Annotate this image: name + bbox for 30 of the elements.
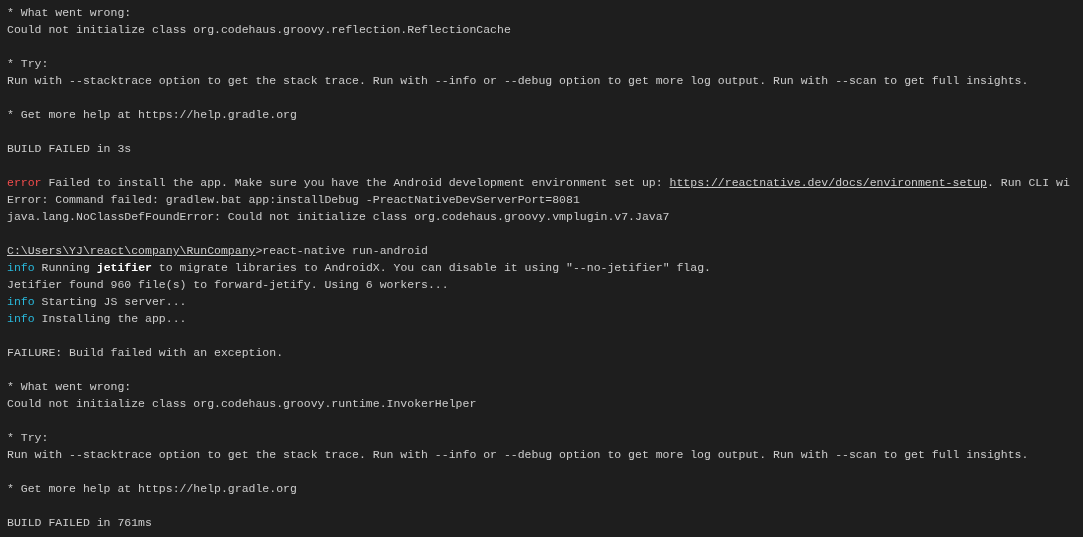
info-label: info <box>7 312 35 325</box>
log-text: Run with --stacktrace option to get the stack trace. Run with --info or --debug option to get more log output. Run with --scan to get full insights. <box>7 74 1029 87</box>
log-text: >react-native run-android <box>255 244 428 257</box>
log-text: java.lang.NoClassDefFoundError: Could not initialize class org.codehaus.groovy.vmplugin.v7.Java7 <box>7 210 670 223</box>
log-text: Running <box>40 261 91 274</box>
log-text: jetifier <box>96 261 152 274</box>
link[interactable]: https://reactnative.dev/docs/environment-setup <box>669 176 987 189</box>
log-text: Starting JS server... <box>40 295 187 308</box>
log-text: Failed to install the app. Make sure you have the Android development environment set up: <box>47 176 664 189</box>
log-text: Run with --stacktrace option to get the stack trace. Run with --info or --debug option to get more log output. Run with --scan to get full insights. <box>7 448 1029 461</box>
prompt-path: C:\Users\YJ\react\company\RunCompany <box>7 244 256 257</box>
log-text: Could not initialize class org.codehaus.groovy.runtime.InvokerHelper <box>7 397 477 410</box>
log-text: to migrate libraries to AndroidX. You can disable it using "--no-jetifier" flag. <box>157 261 711 274</box>
log-text: * What went wrong: <box>7 6 132 19</box>
log-text: Could not initialize class org.codehaus.groovy.reflection.ReflectionCache <box>7 23 511 36</box>
log-text: Installing the app... <box>40 312 187 325</box>
info-label: info <box>7 295 35 308</box>
info-label: info <box>7 261 35 274</box>
log-text: Jetifier found 960 file(s) to forward-jetify. Using 6 workers... <box>7 278 449 291</box>
log-text: FAILURE: Build failed with an exception. <box>7 346 284 359</box>
log-text: * What went wrong: <box>7 380 132 393</box>
log-text: * Get more help at https://help.gradle.org <box>7 482 297 495</box>
log-text: BUILD FAILED in 3s <box>7 142 132 155</box>
error-label: error <box>7 176 42 189</box>
log-text: Error: Command failed: gradlew.bat app:installDebug -PreactNativeDevServerPort=8081 <box>7 193 580 206</box>
log-text: . Run CLI wi <box>987 176 1070 189</box>
log-text: * Try: <box>7 57 49 70</box>
log-text: * Try: <box>7 431 49 444</box>
log-text: BUILD FAILED in 761ms <box>7 516 152 529</box>
log-text: * Get more help at https://help.gradle.org <box>7 108 297 121</box>
